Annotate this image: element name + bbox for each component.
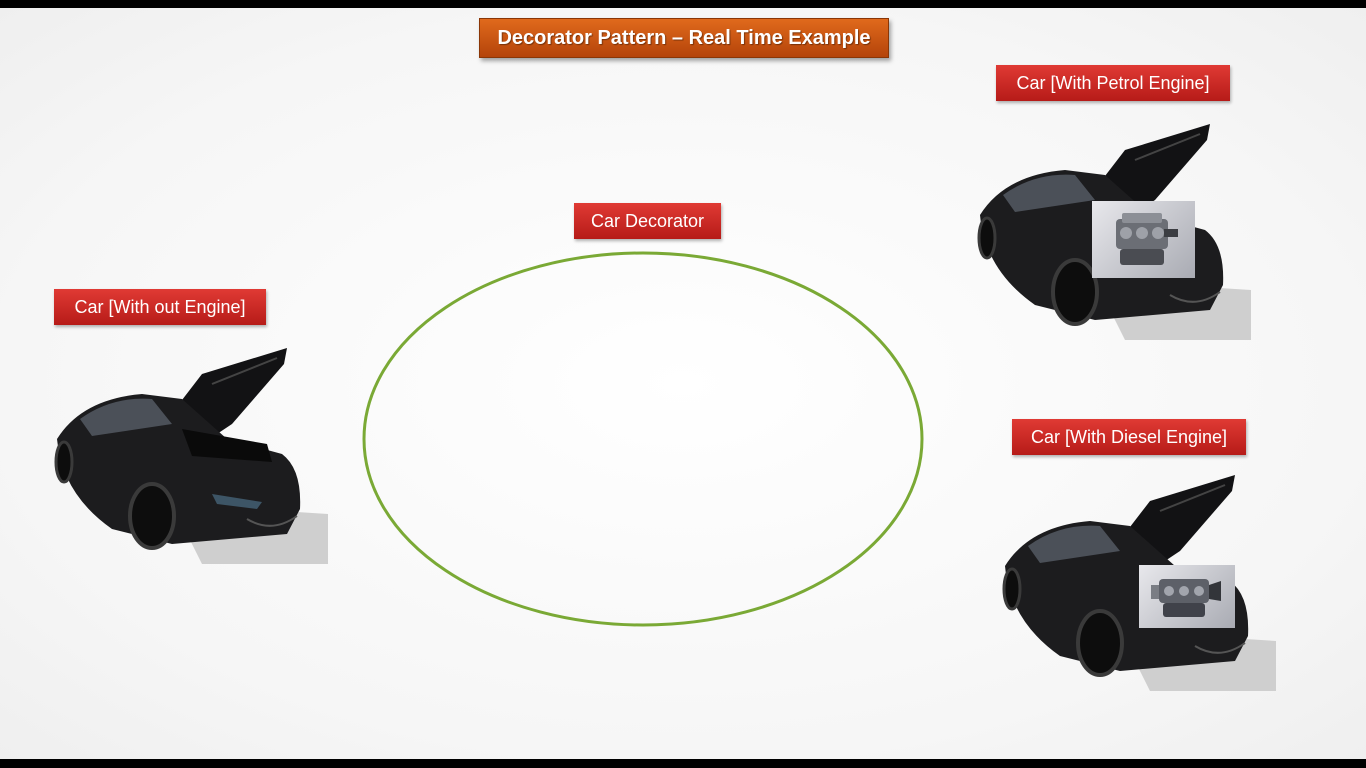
car-decorator-ellipse <box>362 251 924 627</box>
car-with-petrol-engine-label: Car [With Petrol Engine] <box>996 65 1230 101</box>
petrol-engine-icon <box>1092 201 1195 278</box>
slide-canvas: Decorator Pattern – Real Time Example Ca… <box>0 8 1366 759</box>
car-decorator-label: Car Decorator <box>574 203 721 239</box>
diesel-engine-icon <box>1139 565 1235 628</box>
diagram-title: Decorator Pattern – Real Time Example <box>479 18 889 58</box>
car-without-engine-label: Car [With out Engine] <box>54 289 266 325</box>
car-with-diesel-engine-label: Car [With Diesel Engine] <box>1012 419 1246 455</box>
car-without-engine-image <box>52 344 330 566</box>
